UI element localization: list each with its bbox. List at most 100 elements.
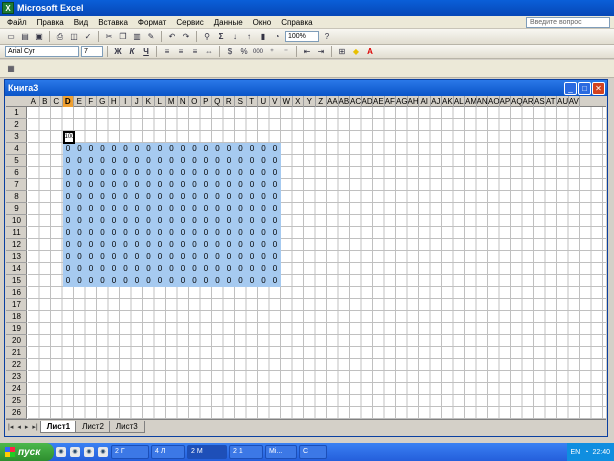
column-header-AT[interactable]: AT [546, 96, 557, 107]
cell-value[interactable]: 0 [63, 143, 74, 155]
increase-indent-icon[interactable]: ⇥ [315, 46, 327, 57]
cell-value[interactable]: 0 [132, 251, 143, 263]
cell-value[interactable]: 0 [178, 155, 189, 167]
menu-window[interactable]: Окно [248, 18, 277, 27]
quicklaunch-icon[interactable]: ◉ [70, 447, 80, 457]
increase-decimal-icon[interactable]: ⁺ [266, 46, 278, 57]
cell-value[interactable]: 0 [120, 155, 131, 167]
cell-value[interactable]: 0 [178, 143, 189, 155]
cell-value[interactable]: 0 [109, 263, 120, 275]
cell-value[interactable]: 0 [178, 263, 189, 275]
cell-value[interactable]: 0 [178, 167, 189, 179]
cell-value[interactable]: 0 [258, 227, 269, 239]
column-header-B[interactable]: B [40, 96, 51, 107]
cell-value[interactable]: 0 [63, 167, 74, 179]
cell-value[interactable]: 0 [201, 167, 212, 179]
cell-value[interactable]: 0 [120, 143, 131, 155]
cell-value[interactable]: 0 [224, 155, 235, 167]
drawing-icon[interactable]: ◔ [271, 31, 283, 42]
row-header-15[interactable]: 15 [6, 275, 27, 287]
cell-value[interactable]: 0 [97, 191, 108, 203]
cell-value[interactable]: 0 [224, 275, 235, 287]
cell-value[interactable]: 0 [86, 143, 97, 155]
cell-value[interactable]: 0 [97, 251, 108, 263]
cell-value[interactable]: 0 [97, 263, 108, 275]
column-header-J[interactable]: J [132, 96, 143, 107]
cell-value[interactable]: 0 [143, 203, 154, 215]
cell-value[interactable]: 0 [178, 203, 189, 215]
column-header-X[interactable]: X [293, 96, 304, 107]
cell-value[interactable]: 0 [201, 155, 212, 167]
cell-value[interactable]: 0 [270, 275, 281, 287]
cell-value[interactable]: 0 [74, 275, 85, 287]
cell-value[interactable]: 0 [74, 155, 85, 167]
menu-edit[interactable]: Правка [32, 18, 69, 27]
cell-value[interactable]: 0 [247, 227, 258, 239]
cell-value[interactable]: 0 [201, 251, 212, 263]
cell-value[interactable]: 0 [166, 275, 177, 287]
cell-value[interactable]: 0 [247, 191, 258, 203]
cell-value[interactable]: 0 [224, 239, 235, 251]
cell-value[interactable]: 0 [189, 251, 200, 263]
cell-value[interactable]: 0 [189, 155, 200, 167]
column-header-AJ[interactable]: AJ [431, 96, 442, 107]
cell-value[interactable]: 0 [189, 179, 200, 191]
cell-value[interactable]: 0 [120, 275, 131, 287]
cell-value[interactable]: 0 [109, 227, 120, 239]
borders-icon[interactable]: ⊞ [336, 46, 348, 57]
cell-value[interactable]: 0 [235, 167, 246, 179]
cell-value[interactable]: 0 [212, 215, 223, 227]
cell-value[interactable]: 0 [109, 203, 120, 215]
cell-value[interactable]: 0 [258, 263, 269, 275]
cell-value[interactable]: 0 [270, 251, 281, 263]
cell-value[interactable]: 0 [155, 251, 166, 263]
column-header-C[interactable]: C [51, 96, 63, 107]
paste-icon[interactable]: ▥ [131, 31, 143, 42]
cell-value[interactable]: 0 [235, 215, 246, 227]
cell-value[interactable]: 0 [74, 143, 85, 155]
column-header-AP[interactable]: AP [500, 96, 511, 107]
menu-file[interactable]: Файл [2, 18, 32, 27]
cell-value[interactable]: 0 [270, 179, 281, 191]
cell-value[interactable]: 0 [212, 203, 223, 215]
quicklaunch-icon[interactable]: ◉ [98, 447, 108, 457]
cell-value[interactable]: 0 [224, 227, 235, 239]
column-header-U[interactable]: U [258, 96, 270, 107]
column-header-AC[interactable]: AC [350, 96, 362, 107]
cell-value[interactable]: 0 [212, 155, 223, 167]
cell-value[interactable]: 0 [120, 167, 131, 179]
cell-value[interactable]: 0 [86, 227, 97, 239]
cell-value[interactable]: 0 [63, 239, 74, 251]
column-header-S[interactable]: S [235, 96, 247, 107]
cell-value[interactable]: 0 [132, 215, 143, 227]
cell-value[interactable]: 0 [97, 215, 108, 227]
cell-value[interactable]: 0 [189, 191, 200, 203]
column-header-Q[interactable]: Q [212, 96, 224, 107]
row-header-11[interactable]: 11 [6, 227, 27, 239]
cell-value[interactable]: 0 [109, 251, 120, 263]
cell-value[interactable]: 0 [166, 263, 177, 275]
cell-value[interactable]: 0 [86, 263, 97, 275]
row-header-23[interactable]: 23 [6, 371, 27, 383]
cell-value[interactable]: 0 [63, 155, 74, 167]
cell-value[interactable]: 0 [270, 227, 281, 239]
cell-value[interactable]: 0 [270, 167, 281, 179]
maximize-button[interactable]: □ [578, 81, 591, 95]
task-button[interactable]: 4 Л [151, 445, 185, 459]
cell-value[interactable]: 0 [74, 215, 85, 227]
cell-value[interactable]: 0 [143, 167, 154, 179]
cell-value[interactable]: 0 [155, 191, 166, 203]
row-header-20[interactable]: 20 [6, 335, 27, 347]
cell-value[interactable]: 0 [201, 227, 212, 239]
cell-value[interactable]: 0 [166, 155, 177, 167]
align-center-icon[interactable]: ≡ [175, 46, 187, 57]
cell-value[interactable]: 0 [270, 155, 281, 167]
cell-value[interactable]: 0 [143, 239, 154, 251]
column-header-AB[interactable]: AB [339, 96, 350, 107]
hyperlink-icon[interactable]: ⚲ [201, 31, 213, 42]
cell-value[interactable]: 0 [235, 227, 246, 239]
ask-question-input[interactable]: Введите вопрос [526, 16, 610, 28]
cell-value[interactable]: 0 [132, 191, 143, 203]
cell-value[interactable]: 0 [132, 167, 143, 179]
cell-value[interactable]: 0 [120, 215, 131, 227]
